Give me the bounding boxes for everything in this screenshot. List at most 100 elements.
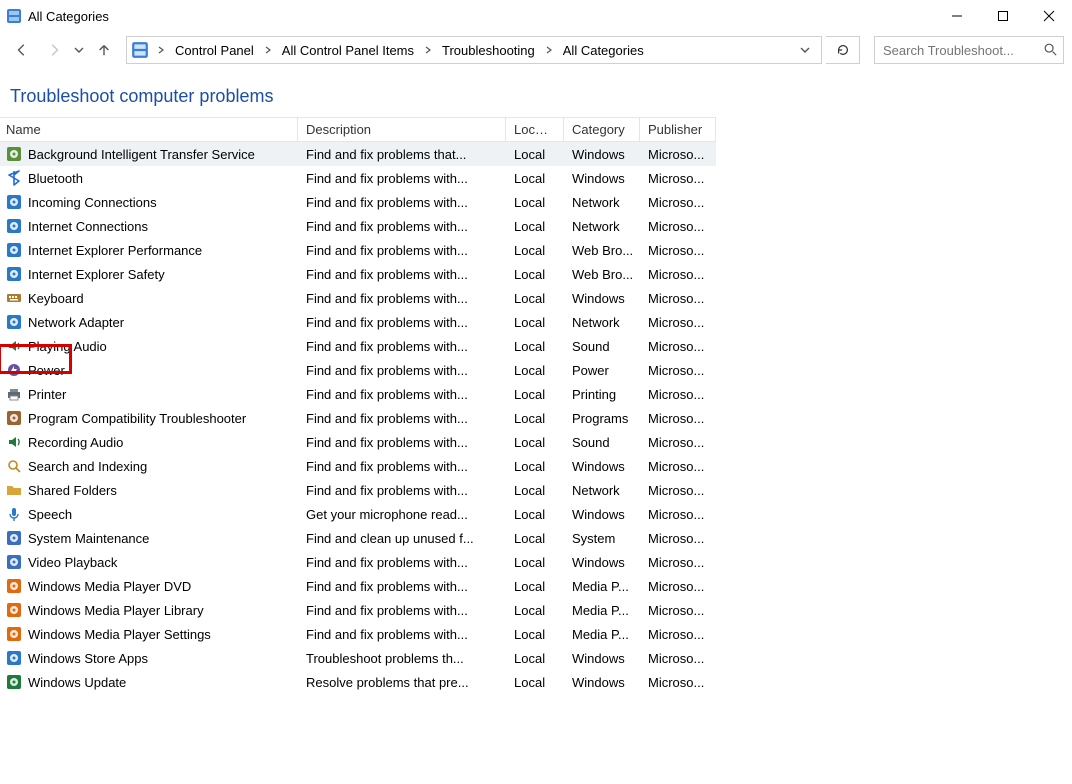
table-cell-location[interactable]: Local [506, 358, 564, 382]
table-cell-category[interactable]: Printing [564, 382, 640, 406]
chevron-right-icon[interactable] [258, 46, 278, 54]
table-cell-category[interactable]: Windows [564, 166, 640, 190]
table-cell-location[interactable]: Local [506, 550, 564, 574]
table-cell-location[interactable]: Local [506, 166, 564, 190]
table-cell-location[interactable]: Local [506, 310, 564, 334]
table-cell-description[interactable]: Find and fix problems with... [298, 406, 506, 430]
table-cell-name[interactable]: Keyboard [0, 286, 298, 310]
table-cell-description[interactable]: Find and fix problems with... [298, 454, 506, 478]
table-cell-publisher[interactable]: Microso... [640, 598, 716, 622]
table-cell-name[interactable]: System Maintenance [0, 526, 298, 550]
table-cell-name[interactable]: Windows Store Apps [0, 646, 298, 670]
table-cell-publisher[interactable]: Microso... [640, 526, 716, 550]
table-cell-name[interactable]: Recording Audio [0, 430, 298, 454]
table-cell-name[interactable]: Windows Update [0, 670, 298, 694]
col-category[interactable]: Category [564, 117, 640, 142]
table-cell-publisher[interactable]: Microso... [640, 622, 716, 646]
table-cell-description[interactable]: Resolve problems that pre... [298, 670, 506, 694]
table-cell-description[interactable]: Find and clean up unused f... [298, 526, 506, 550]
table-cell-description[interactable]: Find and fix problems with... [298, 622, 506, 646]
col-location[interactable]: Locat... [506, 117, 564, 142]
address-bar[interactable]: Control Panel All Control Panel Items Tr… [126, 36, 822, 64]
table-cell-description[interactable]: Find and fix problems with... [298, 358, 506, 382]
table-cell-location[interactable]: Local [506, 622, 564, 646]
table-cell-category[interactable]: Windows [564, 646, 640, 670]
search-box[interactable] [874, 36, 1064, 64]
table-cell-name[interactable]: Shared Folders [0, 478, 298, 502]
table-cell-category[interactable]: Windows [564, 502, 640, 526]
table-cell-location[interactable]: Local [506, 646, 564, 670]
table-cell-category[interactable]: Windows [564, 142, 640, 166]
table-cell-name[interactable]: Search and Indexing [0, 454, 298, 478]
table-cell-description[interactable]: Find and fix problems with... [298, 262, 506, 286]
maximize-button[interactable] [980, 0, 1026, 32]
table-cell-name[interactable]: Background Intelligent Transfer Service [0, 142, 298, 166]
table-cell-description[interactable]: Find and fix problems with... [298, 598, 506, 622]
table-cell-location[interactable]: Local [506, 286, 564, 310]
table-cell-location[interactable]: Local [506, 382, 564, 406]
table-cell-description[interactable]: Find and fix problems with... [298, 190, 506, 214]
table-cell-name[interactable]: Windows Media Player Library [0, 598, 298, 622]
close-button[interactable] [1026, 0, 1072, 32]
table-cell-category[interactable]: Network [564, 214, 640, 238]
table-cell-category[interactable]: Windows [564, 550, 640, 574]
table-cell-description[interactable]: Find and fix problems with... [298, 310, 506, 334]
table-cell-description[interactable]: Find and fix problems with... [298, 550, 506, 574]
table-cell-location[interactable]: Local [506, 430, 564, 454]
table-cell-publisher[interactable]: Microso... [640, 142, 716, 166]
chevron-right-icon[interactable] [418, 46, 438, 54]
table-cell-location[interactable]: Local [506, 454, 564, 478]
chevron-right-icon[interactable] [151, 46, 171, 54]
table-cell-location[interactable]: Local [506, 262, 564, 286]
table-cell-description[interactable]: Find and fix problems with... [298, 286, 506, 310]
table-cell-category[interactable]: Windows [564, 670, 640, 694]
table-cell-publisher[interactable]: Microso... [640, 190, 716, 214]
table-cell-category[interactable]: Media P... [564, 574, 640, 598]
table-cell-publisher[interactable]: Microso... [640, 262, 716, 286]
table-cell-publisher[interactable]: Microso... [640, 358, 716, 382]
forward-button[interactable] [40, 36, 68, 64]
refresh-button[interactable] [826, 36, 860, 64]
table-cell-publisher[interactable]: Microso... [640, 550, 716, 574]
table-cell-category[interactable]: Media P... [564, 622, 640, 646]
table-cell-publisher[interactable]: Microso... [640, 574, 716, 598]
breadcrumb-item[interactable]: All Categories [561, 43, 646, 58]
table-cell-description[interactable]: Find and fix problems with... [298, 382, 506, 406]
table-cell-publisher[interactable]: Microso... [640, 454, 716, 478]
table-cell-location[interactable]: Local [506, 334, 564, 358]
table-cell-description[interactable]: Find and fix problems with... [298, 574, 506, 598]
table-cell-publisher[interactable]: Microso... [640, 430, 716, 454]
table-cell-publisher[interactable]: Microso... [640, 238, 716, 262]
table-cell-category[interactable]: Programs [564, 406, 640, 430]
table-cell-description[interactable]: Get your microphone read... [298, 502, 506, 526]
back-button[interactable] [8, 36, 36, 64]
table-cell-name[interactable]: Windows Media Player Settings [0, 622, 298, 646]
table-cell-location[interactable]: Local [506, 214, 564, 238]
table-cell-location[interactable]: Local [506, 406, 564, 430]
table-cell-name[interactable]: Internet Connections [0, 214, 298, 238]
table-cell-category[interactable]: Network [564, 190, 640, 214]
table-cell-location[interactable]: Local [506, 670, 564, 694]
table-cell-publisher[interactable]: Microso... [640, 478, 716, 502]
col-name[interactable]: Name [0, 117, 298, 142]
table-cell-publisher[interactable]: Microso... [640, 310, 716, 334]
table-cell-description[interactable]: Find and fix problems with... [298, 478, 506, 502]
table-cell-publisher[interactable]: Microso... [640, 646, 716, 670]
table-cell-category[interactable]: Media P... [564, 598, 640, 622]
search-input[interactable] [881, 42, 1061, 59]
table-cell-location[interactable]: Local [506, 598, 564, 622]
table-cell-name[interactable]: Playing Audio [0, 334, 298, 358]
table-cell-name[interactable]: Program Compatibility Troubleshooter [0, 406, 298, 430]
table-cell-name[interactable]: Internet Explorer Safety [0, 262, 298, 286]
table-cell-name[interactable]: Power [0, 358, 298, 382]
breadcrumb-item[interactable]: Control Panel [173, 43, 256, 58]
table-cell-description[interactable]: Find and fix problems with... [298, 430, 506, 454]
col-publisher[interactable]: Publisher [640, 117, 716, 142]
minimize-button[interactable] [934, 0, 980, 32]
history-dropdown[interactable] [72, 45, 86, 55]
table-cell-name[interactable]: Bluetooth [0, 166, 298, 190]
table-cell-publisher[interactable]: Microso... [640, 406, 716, 430]
table-cell-location[interactable]: Local [506, 190, 564, 214]
table-cell-name[interactable]: Printer [0, 382, 298, 406]
table-cell-location[interactable]: Local [506, 238, 564, 262]
